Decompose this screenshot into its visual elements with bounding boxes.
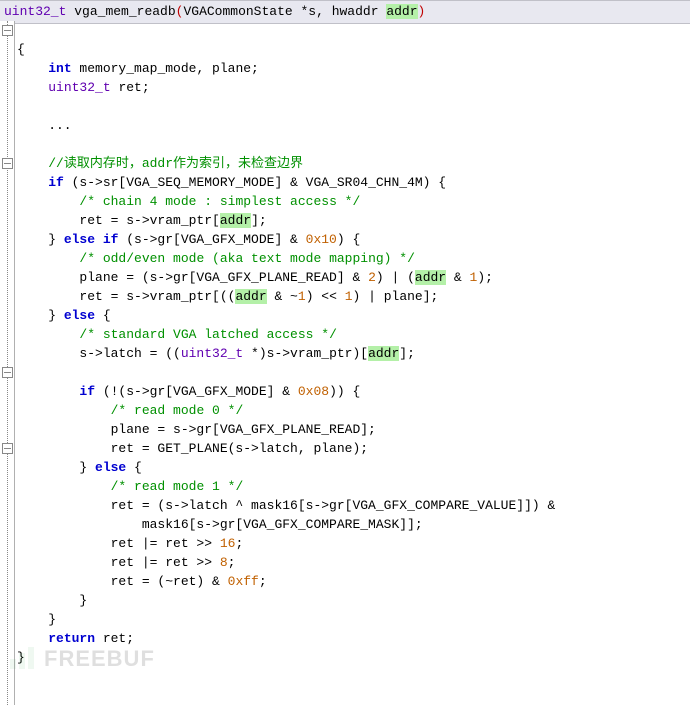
code-line: } xyxy=(17,650,25,665)
code-line: /* standard VGA latched access */ xyxy=(17,327,337,342)
code-line: ret |= ret >> 8; xyxy=(17,555,235,570)
comment: //读取内存时，addr作为索引，未检查边界 xyxy=(48,156,303,171)
code-line: ret = s->vram_ptr[addr]; xyxy=(17,213,267,228)
code-line: ret = (~ret) & 0xff; xyxy=(17,574,267,589)
addr-highlight: addr xyxy=(220,213,251,228)
code-line: plane = (s->gr[VGA_GFX_PLANE_READ] & 2) … xyxy=(17,270,493,285)
code-line: } xyxy=(17,612,56,627)
fold-icon[interactable] xyxy=(2,367,13,378)
param-addr: addr xyxy=(386,4,417,19)
code-line: uint32_t ret; xyxy=(17,80,150,95)
code-line: /* chain 4 mode : simplest access */ xyxy=(17,194,360,209)
code-line: ret = GET_PLANE(s->latch, plane); xyxy=(17,441,368,456)
code-line: plane = s->gr[VGA_GFX_PLANE_READ]; xyxy=(17,422,376,437)
code-line: ... xyxy=(17,118,72,133)
code-line: } else if (s->gr[VGA_GFX_MODE] & 0x10) { xyxy=(17,232,360,247)
code-line: //读取内存时，addr作为索引，未检查边界 xyxy=(17,156,303,171)
code-line: } else { xyxy=(17,308,111,323)
comment: /* odd/even mode (aka text mode mapping)… xyxy=(79,251,414,266)
addr-highlight: addr xyxy=(368,346,399,361)
code-line: ret = (s->latch ^ mask16[s->gr[VGA_GFX_C… xyxy=(17,498,555,513)
comment: /* read mode 1 */ xyxy=(111,479,244,494)
code-area[interactable]: { int memory_map_mode, plane; uint32_t r… xyxy=(15,21,688,703)
comment: /* standard VGA latched access */ xyxy=(79,327,336,342)
fold-gutter xyxy=(0,21,15,705)
code-line: return ret; xyxy=(17,631,134,646)
code-line: int memory_map_mode, plane; xyxy=(17,61,259,76)
fold-icon[interactable] xyxy=(2,158,13,169)
code-line: if (s->sr[VGA_SEQ_MEMORY_MODE] & VGA_SR0… xyxy=(17,175,446,190)
code-line: if (!(s->gr[VGA_GFX_MODE] & 0x08)) { xyxy=(17,384,360,399)
code-line: /* read mode 1 */ xyxy=(17,479,243,494)
fold-icon[interactable] xyxy=(2,25,13,36)
code-editor-view: { "title": { "ty":"uint32_t","sp1":" ","… xyxy=(0,0,690,705)
code-line: } xyxy=(17,593,87,608)
code-line: ret |= ret >> 16; xyxy=(17,536,243,551)
code-line: { xyxy=(17,42,25,57)
comment: /* chain 4 mode : simplest access */ xyxy=(79,194,360,209)
addr-highlight: addr xyxy=(415,270,446,285)
return-type: uint32_t xyxy=(4,4,66,19)
code-line: ret = s->vram_ptr[((addr & ~1) << 1) | p… xyxy=(17,289,438,304)
code-line: } else { xyxy=(17,460,142,475)
code-line: mask16[s->gr[VGA_GFX_COMPARE_MASK]]; xyxy=(17,517,423,532)
addr-highlight: addr xyxy=(235,289,266,304)
function-name: vga_mem_readb xyxy=(74,4,175,19)
comment: /* read mode 0 */ xyxy=(111,403,244,418)
params: VGACommonState *s, hwaddr xyxy=(183,4,386,19)
code-line: /* odd/even mode (aka text mode mapping)… xyxy=(17,251,415,266)
code-line: /* read mode 0 */ xyxy=(17,403,243,418)
code-line: s->latch = ((uint32_t *)s->vram_ptr)[add… xyxy=(17,346,415,361)
fold-icon[interactable] xyxy=(2,443,13,454)
paren-close: ) xyxy=(418,4,426,19)
